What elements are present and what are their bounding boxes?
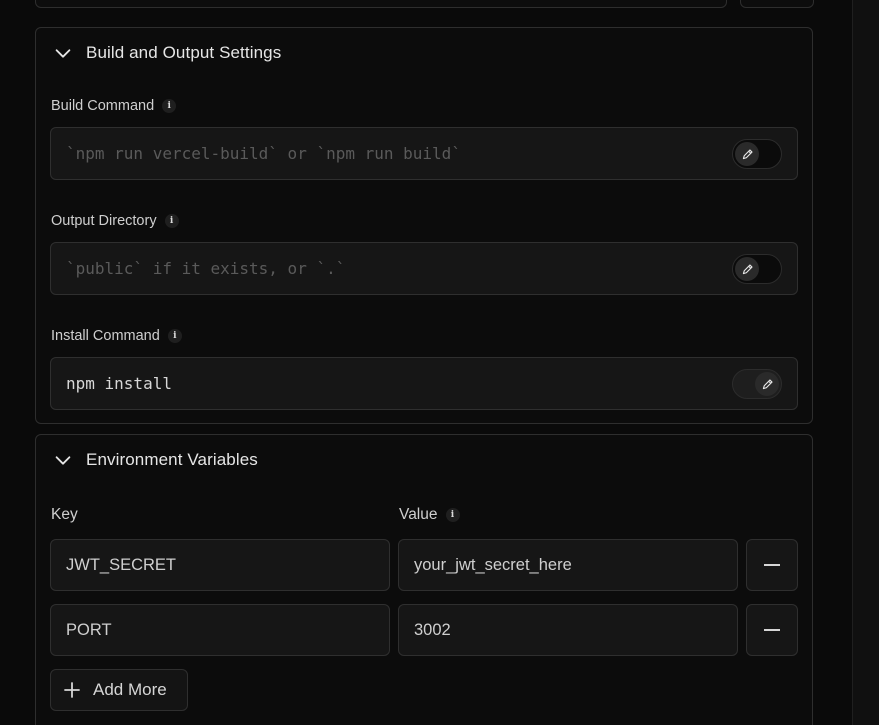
- environment-variables-panel: Environment Variables Key Value i Add Mo…: [35, 434, 813, 725]
- toggle-knob: [735, 257, 759, 281]
- env-key-field: [50, 604, 390, 656]
- key-column-label: Key: [51, 506, 78, 524]
- build-command-field: [50, 127, 798, 180]
- output-directory-label: Output Directory i: [51, 213, 179, 229]
- add-more-label: Add More: [93, 680, 167, 699]
- env-key-field: [50, 539, 390, 591]
- pencil-icon: [742, 148, 753, 159]
- add-more-button[interactable]: Add More: [50, 669, 188, 711]
- env-value-field: [398, 604, 738, 656]
- install-command-field: [50, 357, 798, 410]
- plus-icon: [64, 682, 80, 698]
- value-label-text: Value: [399, 506, 438, 523]
- env-value-input[interactable]: [414, 540, 724, 590]
- info-icon[interactable]: i: [445, 508, 460, 522]
- remove-env-var-button[interactable]: [746, 604, 798, 656]
- env-key-input[interactable]: [66, 540, 376, 590]
- build-output-settings-panel: Build and Output Settings Build Command …: [35, 27, 813, 424]
- build-command-override-toggle[interactable]: [732, 139, 782, 169]
- env-key-input[interactable]: [66, 605, 376, 655]
- info-icon[interactable]: i: [162, 99, 177, 113]
- env-value-input[interactable]: [414, 605, 724, 655]
- right-scroll-rail: [852, 0, 879, 725]
- chevron-down-icon: [55, 456, 71, 465]
- key-label-text: Key: [51, 506, 78, 523]
- pencil-icon: [762, 378, 773, 389]
- value-column-label: Value i: [399, 506, 460, 524]
- env-value-field: [398, 539, 738, 591]
- panel-title: Environment Variables: [86, 450, 258, 469]
- output-directory-override-toggle[interactable]: [732, 254, 782, 284]
- build-output-settings-toggle[interactable]: Build and Output Settings: [52, 42, 281, 64]
- output-directory-field: [50, 242, 798, 295]
- minus-icon: [764, 629, 780, 631]
- install-command-override-toggle[interactable]: [732, 369, 782, 399]
- environment-variables-toggle[interactable]: Environment Variables: [52, 449, 258, 471]
- output-directory-input[interactable]: [66, 243, 706, 294]
- remove-env-var-button[interactable]: [746, 539, 798, 591]
- install-command-label: Install Command i: [51, 328, 182, 344]
- build-command-input[interactable]: [66, 128, 706, 179]
- pencil-icon: [742, 263, 753, 274]
- previous-button-bottom: [740, 0, 814, 8]
- toggle-knob: [755, 372, 779, 396]
- toggle-knob: [735, 142, 759, 166]
- output-directory-label-text: Output Directory: [51, 213, 157, 229]
- install-command-input[interactable]: [66, 358, 706, 409]
- previous-field-bottom: [35, 0, 727, 8]
- build-command-label: Build Command i: [51, 98, 177, 114]
- install-command-label-text: Install Command: [51, 328, 160, 344]
- info-icon[interactable]: i: [167, 329, 182, 343]
- build-command-label-text: Build Command: [51, 98, 155, 114]
- chevron-down-icon: [55, 49, 71, 58]
- panel-title: Build and Output Settings: [86, 43, 282, 62]
- info-icon[interactable]: i: [164, 214, 179, 228]
- minus-icon: [764, 564, 780, 566]
